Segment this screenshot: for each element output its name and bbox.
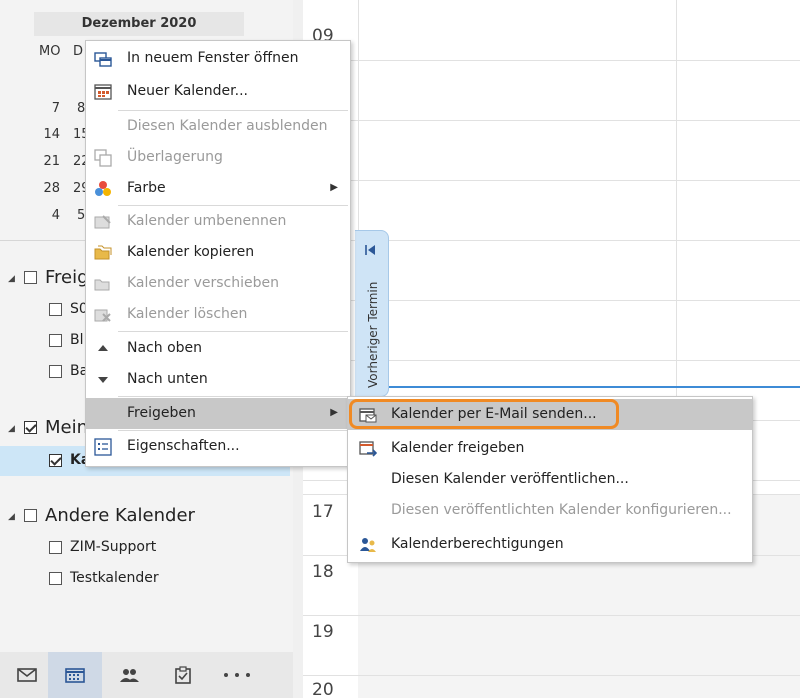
- color-icon: [95, 181, 111, 196]
- menu-item-publish-calendar[interactable]: Diesen Kalender veröffentlichen...: [348, 464, 752, 495]
- calendar-checkbox[interactable]: [49, 454, 62, 467]
- grid-line: [303, 60, 800, 61]
- grid-line: [303, 180, 800, 181]
- tasks-icon[interactable]: [156, 652, 210, 698]
- copy-folder-icon: [94, 245, 112, 260]
- move-folder-icon: [94, 279, 110, 291]
- menu-item-delete-calendar[interactable]: Kalender löschen: [86, 299, 350, 330]
- hour-label: 17: [312, 502, 334, 522]
- more-icon[interactable]: [210, 652, 264, 698]
- highlight-annotation: [349, 399, 619, 429]
- calendar-checkbox[interactable]: [49, 365, 62, 378]
- collapse-triangle-icon[interactable]: ◢: [8, 424, 15, 434]
- calendar-checkbox[interactable]: [49, 303, 62, 316]
- day-header-mo: MO: [39, 44, 61, 59]
- menu-separator: [118, 331, 348, 332]
- menu-item-calendar-permissions[interactable]: Kalenderberechtigungen: [348, 529, 752, 560]
- properties-icon: [94, 438, 112, 456]
- month-title[interactable]: Dezember 2020: [34, 12, 244, 36]
- overlay-icon: [94, 149, 112, 167]
- menu-item-open-new-window[interactable]: In neuem Fenster öffnen: [86, 43, 350, 74]
- previous-appointment-label: Vorheriger Termin: [366, 281, 380, 388]
- folder-group-mine[interactable]: Mein: [45, 417, 88, 438]
- menu-item-rename-calendar[interactable]: Kalender umbenennen: [86, 206, 350, 237]
- calendar-checkbox[interactable]: [49, 541, 62, 554]
- date-cell[interactable]: 4: [38, 208, 60, 223]
- calendar-checkbox[interactable]: [49, 334, 62, 347]
- submenu-arrow-icon: ▶: [330, 407, 338, 418]
- calendar-icon[interactable]: [48, 652, 102, 698]
- folder-group-shared[interactable]: Freig: [45, 267, 89, 288]
- group-checkbox[interactable]: [24, 271, 37, 284]
- day-header-di: D: [73, 44, 84, 59]
- menu-item-configure-published[interactable]: Diesen veröffentlichten Kalender konfigu…: [348, 495, 752, 526]
- menu-item-overlay[interactable]: Überlagerung: [86, 142, 350, 173]
- collapse-triangle-icon[interactable]: ◢: [8, 274, 15, 284]
- menu-item-move-down[interactable]: Nach unten: [86, 364, 350, 395]
- hour-label: 20: [312, 680, 334, 700]
- menu-item-share[interactable]: Freigeben ▶: [86, 398, 350, 429]
- menu-item-new-calendar[interactable]: Neuer Kalender...: [86, 76, 350, 107]
- grid-line: [303, 615, 800, 616]
- people-icon[interactable]: [102, 652, 156, 698]
- new-window-icon: [94, 52, 112, 67]
- menu-item-hide-calendar[interactable]: Diesen Kalender ausblenden: [86, 111, 350, 142]
- context-menu: In neuem Fenster öffnen Neuer Kalender..…: [85, 40, 351, 467]
- date-cell[interactable]: 21: [38, 154, 60, 169]
- group-checkbox[interactable]: [24, 421, 37, 434]
- collapse-triangle-icon[interactable]: ◢: [8, 512, 15, 522]
- new-calendar-icon: [94, 84, 112, 100]
- folder-group-other[interactable]: Andere Kalender: [45, 505, 195, 526]
- menu-item-share-calendar[interactable]: Kalender freigeben: [348, 433, 752, 464]
- date-cell[interactable]: 14: [38, 127, 60, 142]
- permissions-icon: [360, 538, 376, 552]
- rename-icon: [94, 215, 111, 229]
- calendar-item[interactable]: Bl: [70, 332, 84, 348]
- arrow-up-icon: [98, 345, 108, 351]
- menu-item-move-up[interactable]: Nach oben: [86, 333, 350, 364]
- calendar-item[interactable]: ZIM-Support: [70, 539, 156, 555]
- hour-label: 18: [312, 562, 334, 582]
- group-checkbox[interactable]: [24, 509, 37, 522]
- grid-line: [303, 120, 800, 121]
- menu-item-color[interactable]: Farbe ▶: [86, 173, 350, 204]
- submenu-arrow-icon: ▶: [330, 182, 338, 193]
- current-time-line: [358, 386, 800, 388]
- date-cell[interactable]: 28: [38, 181, 60, 196]
- delete-icon: [94, 309, 111, 322]
- menu-item-copy-calendar[interactable]: Kalender kopieren: [86, 237, 350, 268]
- arrow-down-icon: [98, 377, 108, 383]
- menu-separator: [118, 396, 348, 397]
- mail-icon[interactable]: [0, 652, 54, 698]
- hour-label: 19: [312, 622, 334, 642]
- calendar-checkbox[interactable]: [49, 572, 62, 585]
- menu-item-properties[interactable]: Eigenschaften...: [86, 431, 350, 462]
- menu-item-move-calendar[interactable]: Kalender verschieben: [86, 268, 350, 299]
- grid-line: [303, 675, 800, 676]
- share-calendar-icon: [359, 441, 377, 457]
- date-cell[interactable]: 7: [38, 101, 60, 116]
- calendar-item[interactable]: Testkalender: [70, 570, 159, 586]
